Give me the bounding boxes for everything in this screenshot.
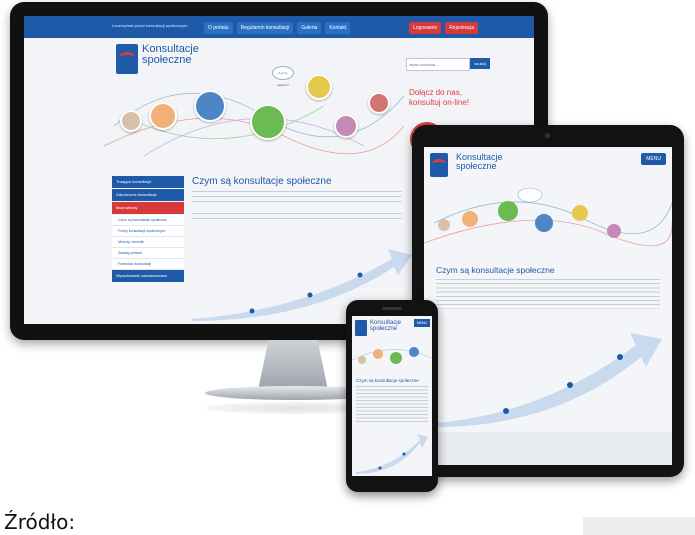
auth-buttons: Logowanie Rejestracja	[409, 22, 479, 34]
promo-text: Dołącz do nas, konsultuj on-line!	[409, 88, 469, 108]
promo-line-2: konsultuj on-line!	[409, 98, 470, 107]
source-caption: Źródło:	[4, 510, 76, 534]
login-button[interactable]: Logowanie	[409, 22, 442, 34]
page-body-text-2	[192, 213, 402, 223]
caption-placeholder-box	[583, 517, 695, 535]
submenu-item[interactable]: Formularz konsultacji	[112, 259, 184, 270]
brand-line-2: społeczne	[142, 54, 192, 66]
topbar-tagline: Leszczyński portal konsultacji społeczny…	[112, 23, 188, 28]
promo-line-1: Dołącz do nas,	[409, 88, 462, 97]
phone-body-text	[356, 386, 428, 424]
menu-trwajace[interactable]: Trwające konsultacje	[112, 176, 184, 188]
phone-speaker	[382, 307, 402, 310]
tablet-people-network	[424, 187, 672, 247]
tablet-device: Konsultacje społeczne MENU Czym są konsu…	[412, 125, 684, 477]
phone-brand-line-2: społeczne	[370, 326, 398, 332]
tablet-camera	[545, 133, 550, 138]
side-menu: Trwające konsultacje Zakończone konsulta…	[112, 176, 184, 283]
phone-page-title: Czym są konsultacje społeczne	[356, 378, 419, 383]
phone-device: Konsultacje społeczne MENU Czym są konsu…	[346, 300, 438, 492]
site-topbar: Leszczyński portal konsultacji społeczny…	[24, 16, 534, 38]
nav-o-portalu[interactable]: O portalu	[204, 22, 233, 34]
submenu-item[interactable]: Metody i techniki	[112, 237, 184, 248]
submenu-item[interactable]: Zasady prawne	[112, 248, 184, 259]
search-input[interactable]	[406, 58, 470, 71]
page-title: Czym są konsultacje społeczne	[192, 176, 332, 187]
submenu-item[interactable]: Formy konsultacji społecznych	[112, 226, 184, 237]
nav-regulamin[interactable]: Regulamin konsultacji	[236, 22, 294, 34]
avatar-1	[120, 110, 142, 132]
tablet-page-title: Czym są konsultacje społeczne	[436, 265, 555, 275]
nav-galeria[interactable]: Galeria	[297, 22, 322, 34]
tablet-screen: Konsultacje społeczne MENU Czym są konsu…	[424, 147, 672, 465]
avatar-3	[194, 90, 226, 122]
phone-brand[interactable]: Konsultacje społeczne	[370, 320, 401, 332]
site-brand[interactable]: Konsultacje społeczne	[142, 44, 199, 66]
tablet-menu-button[interactable]: MENU	[641, 153, 666, 165]
tablet-process-arrow	[436, 333, 662, 427]
search-button[interactable]: szukaj	[470, 58, 490, 69]
avatar-2	[149, 102, 177, 130]
avatar-4	[250, 104, 286, 140]
phone-people-network	[352, 347, 432, 364]
speech-bubble: A co ty sądzisz?	[272, 66, 294, 87]
tablet-footer	[424, 432, 672, 465]
nav-kontakt[interactable]: Kontakt	[325, 22, 351, 34]
avatar-5	[306, 74, 332, 100]
avatar-6	[334, 114, 358, 138]
register-button[interactable]: Rejestracja	[445, 22, 479, 34]
phone-logo[interactable]	[355, 320, 367, 336]
phone-screen: Konsultacje społeczne MENU Czym są konsu…	[352, 316, 432, 476]
tablet-body-text	[436, 279, 660, 309]
top-navigation: O portalu Regulamin konsultacji Galeria …	[204, 22, 351, 34]
tablet-brand-line-2: społeczne	[456, 161, 497, 171]
leszno-logo[interactable]	[116, 44, 138, 74]
menu-baza-wiedzy[interactable]: Baza wiedzy	[112, 202, 184, 214]
page-body-text	[192, 191, 402, 205]
phone-menu-button[interactable]: MENU	[413, 319, 430, 327]
monitor-stand	[258, 340, 328, 390]
phone-process-arrow	[356, 434, 428, 474]
menu-wyszukiwanie[interactable]: Wyszukiwanie zaawansowane	[112, 270, 184, 282]
submenu-item[interactable]: Czym są konsultacje społeczne	[112, 215, 184, 226]
avatar-7	[368, 92, 390, 114]
menu-zakonczone[interactable]: Zakończone konsultacje	[112, 189, 184, 201]
tablet-brand[interactable]: Konsultacje społeczne	[456, 153, 503, 171]
tablet-logo[interactable]	[430, 153, 448, 177]
